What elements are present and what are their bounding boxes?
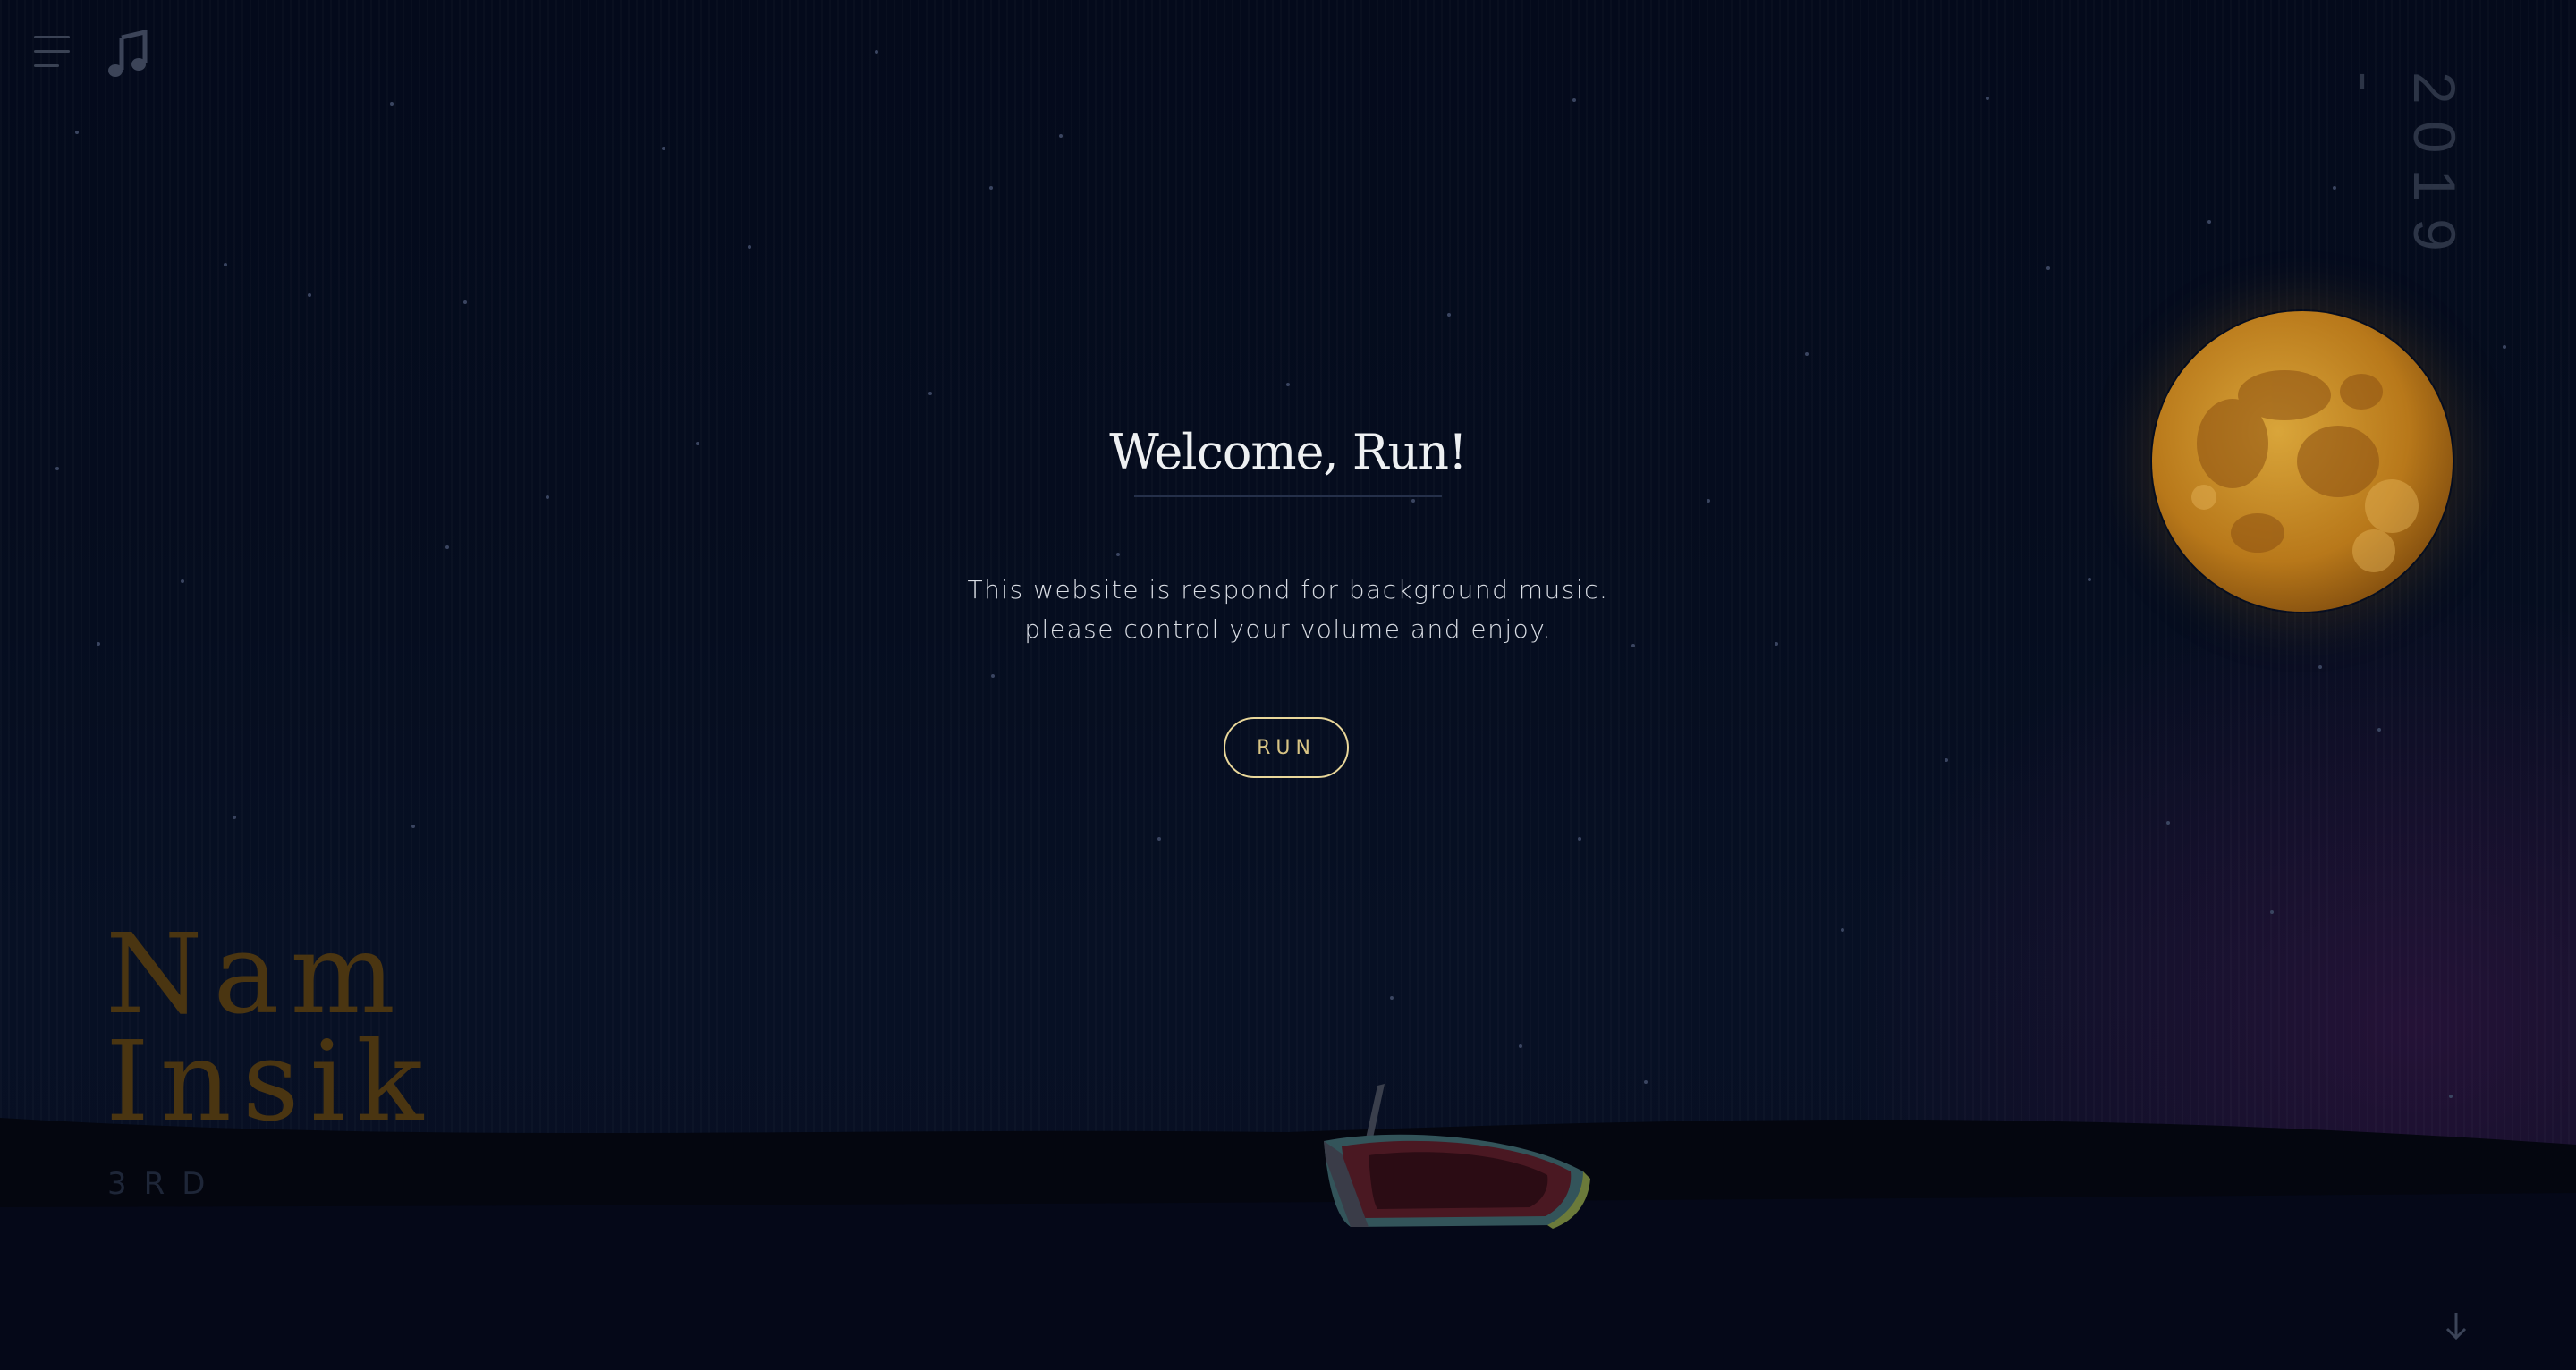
moon-image (2152, 311, 2453, 612)
welcome-title: Welcome, Run! (1109, 424, 1468, 480)
boat-illustration (1324, 1084, 1590, 1229)
page-stage: 2019 - Welcome, Run! This website is res… (0, 0, 2576, 1370)
music-note-icon[interactable] (106, 29, 150, 79)
welcome-message-line1: This website is respond for background m… (967, 575, 1609, 605)
hero-name: Nam Insik (106, 910, 642, 1146)
welcome-message: This website is respond for background m… (930, 571, 1646, 649)
hamburger-menu-icon[interactable] (34, 34, 70, 70)
hero-name-line2: Insik (106, 1018, 435, 1146)
arrow-down-icon[interactable] (2444, 1311, 2469, 1341)
title-divider (1134, 495, 1442, 497)
run-button[interactable]: RUN (1224, 717, 1349, 778)
year-label: 2019 - (2334, 72, 2468, 267)
welcome-dialog: Welcome, Run! This website is respond fo… (930, 402, 1646, 814)
menu-bar-middle (34, 50, 70, 53)
hero-subtitle: 3RD PORTFOLIO (107, 1166, 223, 1202)
menu-bar-top (34, 36, 70, 38)
welcome-message-line2: please control your volume and enjoy. (1024, 614, 1552, 644)
menu-bar-bottom (34, 64, 59, 67)
hero-name-line1: Nam (106, 910, 407, 1039)
